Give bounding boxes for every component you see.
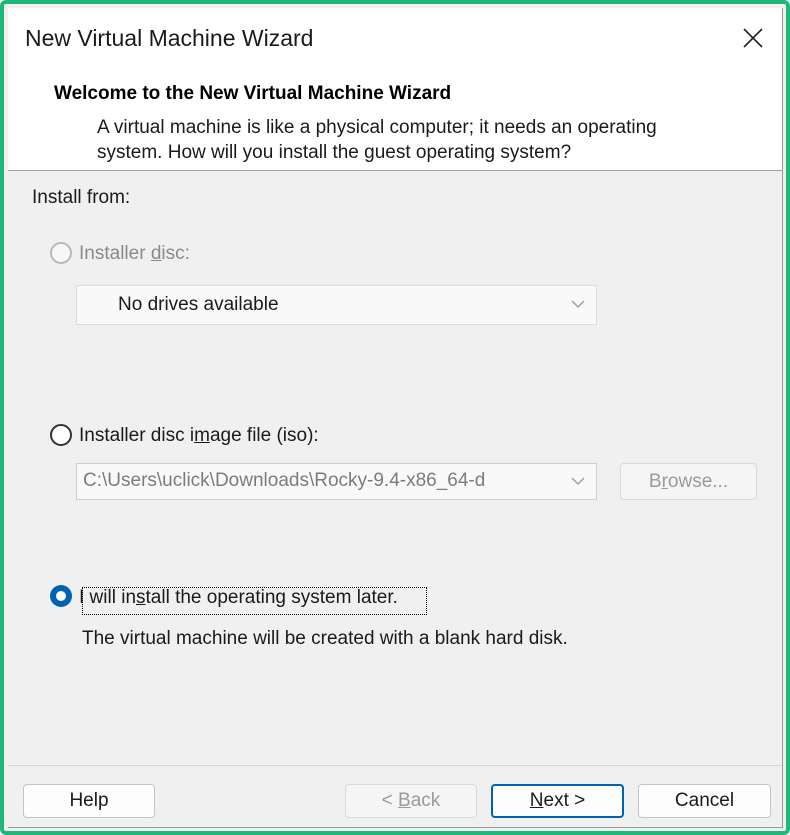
install-later-label[interactable]: I will install the operating system late… [79,587,398,609]
next-label-rest: ext > [543,790,586,811]
iso-image-radio[interactable] [50,424,72,446]
footer-divider [8,765,782,766]
installer-disc-radio[interactable] [50,242,72,264]
drive-dropdown-value: No drives available [118,294,279,315]
installer-disc-label-rest: isc: [161,243,190,264]
installer-disc-label-mnemonic: d [150,243,162,264]
iso-path-value[interactable]: C:\Users\uclick\Downloads\Rocky-9.4-x86_… [83,470,558,492]
browse-button[interactable]: Browse... [620,463,757,500]
cancel-button[interactable]: Cancel [638,784,771,818]
next-button[interactable]: Next > [491,784,624,818]
back-label-rest: ack [410,790,441,811]
window-title: New Virtual Machine Wizard [25,25,314,51]
iso-image-label-text: Installer disc i [79,425,195,446]
back-label-mnemonic: B [398,790,411,811]
wizard-dialog: New Virtual Machine Wizard Welcome to th… [8,8,783,828]
drive-dropdown[interactable]: No drives available [76,285,597,325]
browse-label-text: B [648,471,662,492]
close-icon [743,28,763,48]
back-label-prefix: < [381,790,399,811]
help-button[interactable]: Help [23,784,155,818]
next-label-mnemonic: N [529,790,544,811]
chevron-down-icon [571,300,585,309]
installer-disc-label-text: Installer [79,243,151,264]
install-later-radio[interactable] [50,585,72,607]
install-from-label: Install from: [32,187,131,208]
iso-image-label-rest: age file (iso): [209,425,319,446]
back-button[interactable]: < Back [345,784,477,818]
header-description: A virtual machine is like a physical com… [97,117,657,163]
iso-path-combo[interactable]: C:\Users\uclick\Downloads\Rocky-9.4-x86_… [76,463,597,500]
iso-image-label-mnemonic: m [194,425,210,446]
title-bar: New Virtual Machine Wizard [8,8,782,68]
chevron-down-icon [571,477,585,486]
install-later-note: The virtual machine will be created with… [82,628,568,649]
install-later-label-text: I will in [79,587,137,608]
wizard-header: Welcome to the New Virtual Machine Wizar… [8,68,782,171]
iso-image-label[interactable]: Installer disc image file (iso): [79,425,319,447]
install-later-label-rest: tall the operating system later. [145,587,398,608]
header-title: Welcome to the New Virtual Machine Wizar… [54,83,452,104]
browse-label-rest: owse... [667,471,729,492]
screenshot-frame: New Virtual Machine Wizard Welcome to th… [0,0,790,835]
installer-disc-label[interactable]: Installer disc: [79,243,190,265]
install-later-label-mnemonic: s [136,587,146,608]
close-button[interactable] [732,18,774,58]
